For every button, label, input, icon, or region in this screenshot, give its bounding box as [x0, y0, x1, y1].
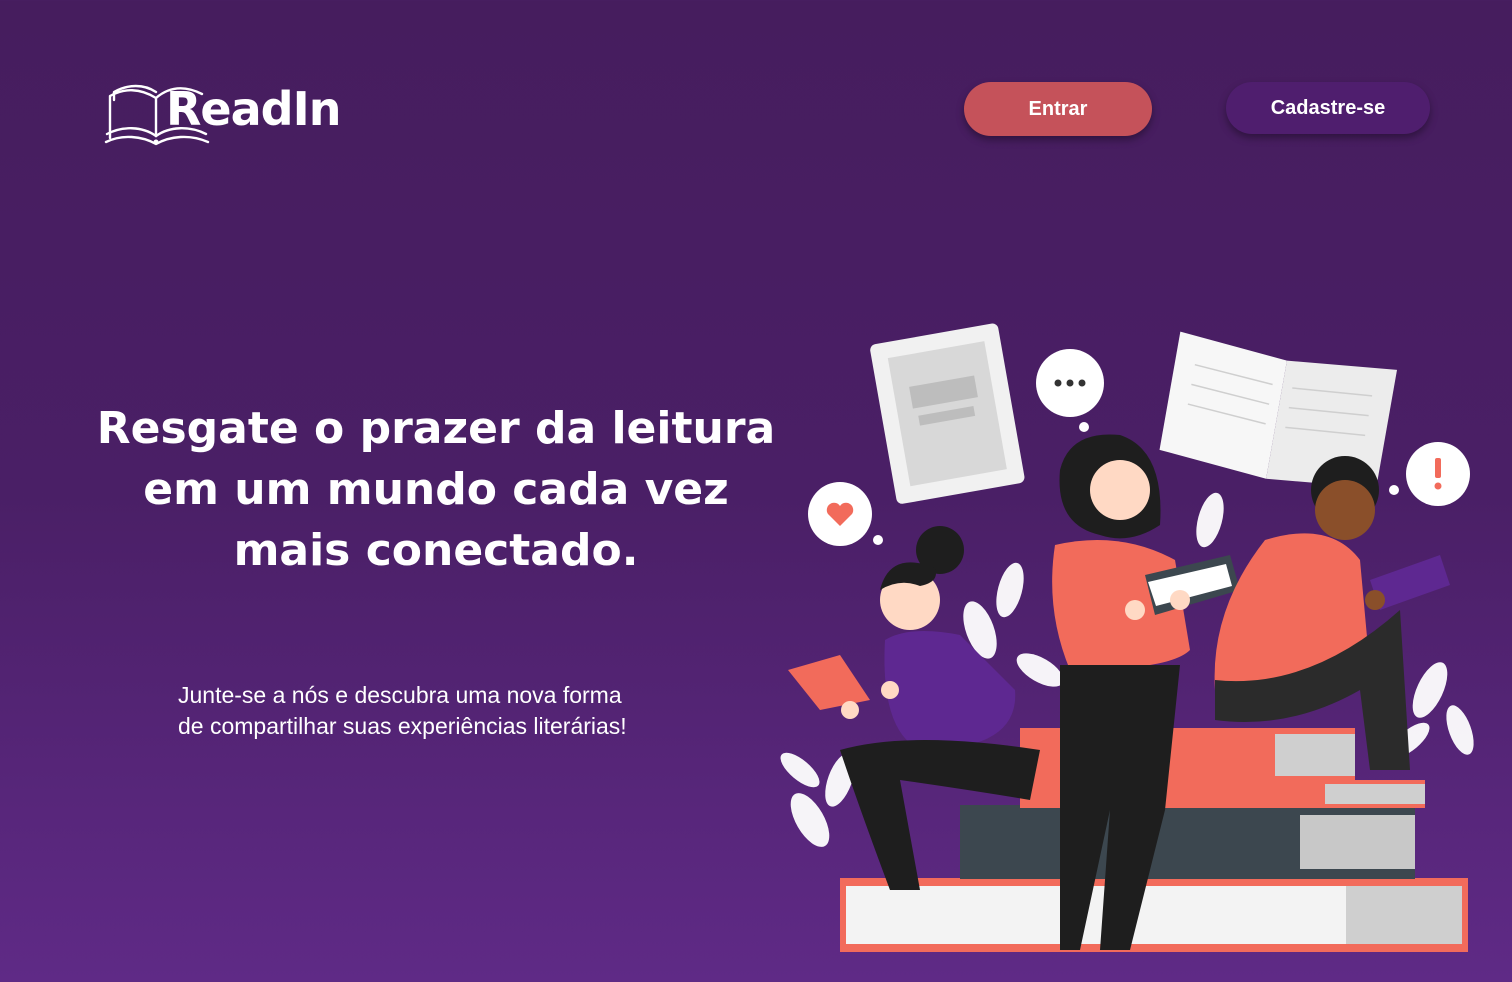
login-button[interactable]: Entrar [964, 82, 1152, 136]
person-right [1214, 456, 1450, 770]
site-header: ReadIn Entrar Cadastre-se [0, 0, 1512, 200]
headline-line-3: mais conectado. [233, 525, 639, 576]
hero-subtitle: Junte-se a nós e descubra uma nova forma… [178, 680, 738, 742]
subtitle-line-1: Junte-se a nós e descubra uma nova forma [178, 682, 622, 708]
brand-name: ReadIn [166, 82, 341, 136]
headline-line-1: Resgate o prazer da leitura [96, 403, 776, 454]
headline-line-2: em um mundo cada vez [143, 464, 729, 515]
people-reading-illustration [780, 323, 1474, 952]
ellipsis-icon [1054, 379, 1086, 387]
brand-logo[interactable]: ReadIn [104, 76, 344, 150]
exclamation-icon [1434, 458, 1442, 490]
subtitle-line-2: de compartilhar suas experiências literá… [178, 713, 627, 739]
signup-button[interactable]: Cadastre-se [1226, 82, 1430, 134]
floating-phone [870, 323, 1025, 504]
hero-illustration [770, 310, 1512, 982]
hero-headline: Resgate o prazer da leitura em um mundo … [70, 398, 802, 581]
